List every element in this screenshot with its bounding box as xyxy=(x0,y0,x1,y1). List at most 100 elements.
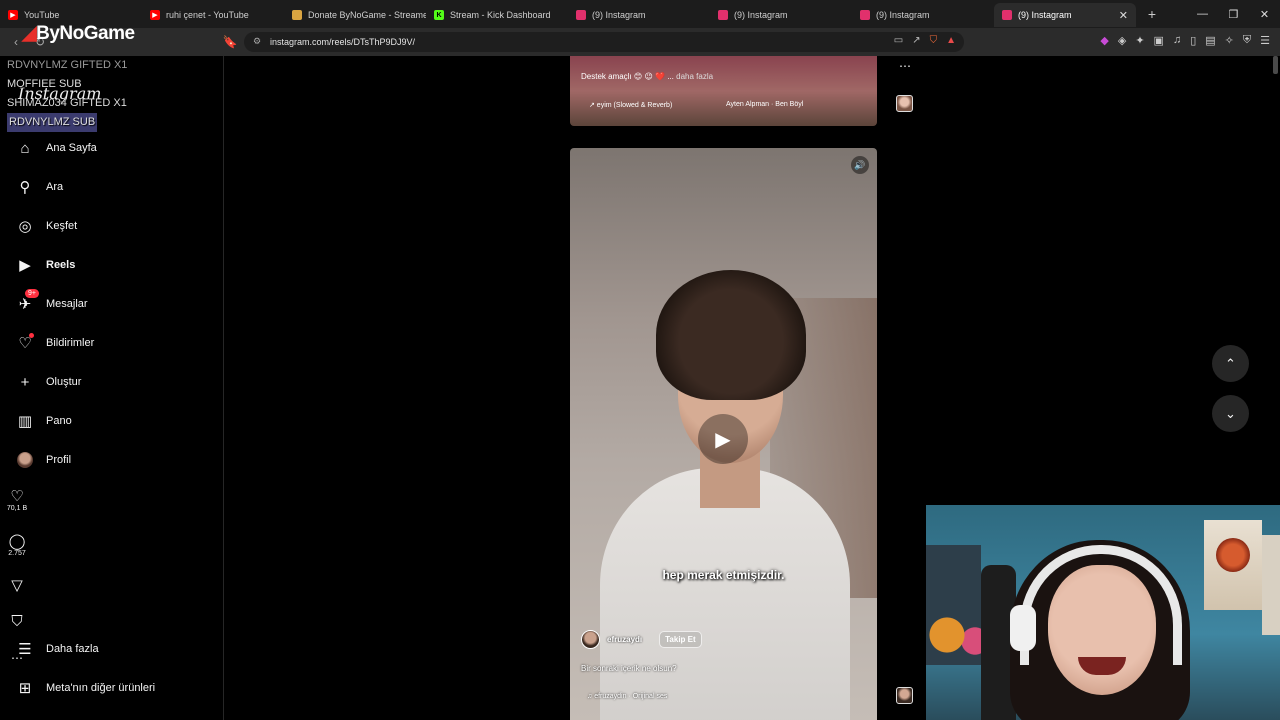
like-count: 70,1 B xyxy=(6,505,28,512)
meta-apps-icon: ⊞ xyxy=(18,680,32,697)
wallet-icon[interactable]: ▤ xyxy=(1205,34,1215,47)
brave-shield-icon[interactable]: ⛉ xyxy=(930,35,938,46)
reel-caption: Bir sonraki içerik ne olsun? xyxy=(581,664,677,673)
more-link[interactable]: daha fazla xyxy=(676,72,713,81)
author-avatar[interactable] xyxy=(581,630,600,649)
sidebar-item-create[interactable]: + Oluştur xyxy=(16,373,82,391)
stream-alerts: RDVNYLMZ GIFTED X1 MOFFIEE SUB SHIMAZ034… xyxy=(7,56,127,132)
audio-thumb[interactable] xyxy=(896,687,913,704)
vpn-icon[interactable]: ⛨ xyxy=(1243,34,1251,47)
previous-reel-music[interactable]: ↗ eyim (Slowed & Reverb) xyxy=(589,101,672,109)
previous-reel-button[interactable]: ⌃ xyxy=(1212,345,1249,382)
new-tab-button[interactable]: + xyxy=(1140,6,1164,22)
notification-badge: 9+ xyxy=(25,289,39,298)
avatar xyxy=(16,451,34,469)
previous-more-options[interactable]: ⋯ xyxy=(888,58,922,74)
previous-reel-artist[interactable]: Ayten Alpman · Ben Böyl xyxy=(726,101,803,108)
brave-rewards-icon[interactable]: ▲ xyxy=(946,35,956,46)
sidebar-item-home[interactable]: ⌂ Ana Sayfa xyxy=(16,139,96,157)
restore-icon[interactable]: ❐ xyxy=(1218,8,1249,21)
comment-icon: ◯ xyxy=(8,533,26,550)
youtube-icon: ▶ xyxy=(8,10,18,20)
sidebar-item-dashboard[interactable]: ▥ Pano xyxy=(16,412,72,430)
volume-icon[interactable]: 🔊 xyxy=(851,156,869,174)
previous-reel[interactable]: Destek amaçlı 😊 😉 ❤️ ... daha fazla ↗ ey… xyxy=(570,56,877,126)
close-tab-icon[interactable]: ✕ xyxy=(1119,9,1128,22)
extensions-bar: ◆ ◈ ✦ ▣ ♫ ▯ ▤ ✧ ⛨ ☰ xyxy=(1100,34,1270,47)
share-button[interactable]: ▽ xyxy=(0,578,34,594)
reel-author: efruzaydı Takip Et xyxy=(581,630,702,649)
search-icon: ⚲ xyxy=(19,179,31,196)
extension-icon[interactable]: ◈ xyxy=(1118,34,1126,47)
share-icon[interactable]: ↗ xyxy=(912,35,920,46)
sidebar-toggle-icon[interactable]: ▯ xyxy=(1190,34,1196,47)
sidebar-item-reels[interactable]: ▶ Reels xyxy=(16,256,75,274)
follow-button[interactable]: Takip Et xyxy=(659,631,702,648)
browser-tab[interactable]: (9) Instagram xyxy=(710,3,852,27)
home-icon: ⌂ xyxy=(20,139,30,157)
heart-icon: ♡ xyxy=(16,333,34,352)
reel-audio[interactable]: ♫ efruzaydin · Orijinal ses xyxy=(587,693,667,700)
scrollbar[interactable] xyxy=(1273,56,1278,74)
reels-icon: ▶ xyxy=(19,257,31,274)
sidebar-item-messages[interactable]: ✈ 9+ Mesajlar xyxy=(16,289,88,313)
plus-icon: + xyxy=(20,373,30,391)
instagram-icon xyxy=(1002,10,1012,20)
like-button[interactable]: ♡ 70,1 B xyxy=(0,488,34,513)
chart-icon: ▥ xyxy=(17,413,33,430)
browser-tab-active[interactable]: (9) Instagram ✕ xyxy=(994,3,1136,27)
bookmark-icon[interactable]: 🔖 xyxy=(218,35,242,49)
sidebar-item-meta[interactable]: ⊞ Meta'nın diğer ürünleri xyxy=(16,679,155,697)
webcam-overlay xyxy=(926,505,1280,720)
browser-tab[interactable]: K Stream - Kick Dashboard xyxy=(426,3,568,27)
screenshot-icon[interactable]: ▣ xyxy=(1154,34,1164,47)
browser-tab[interactable]: Donate ByNoGame - Streamer xyxy=(284,3,426,27)
alert-line: MOFFIEE SUB xyxy=(7,78,82,90)
send-icon: ▽ xyxy=(11,577,23,594)
cast-icon[interactable]: ▭ xyxy=(894,35,903,46)
site-info-icon[interactable]: ⚙ xyxy=(253,36,261,47)
more-icon: ⋯ xyxy=(11,651,23,665)
comment-button[interactable]: ◯ 2.757 xyxy=(0,533,34,558)
comment-count: 2.757 xyxy=(8,550,26,557)
play-icon[interactable]: ▶ xyxy=(698,414,748,464)
chevron-down-icon: ⌄ xyxy=(1225,405,1236,421)
media-icon[interactable]: ♫ xyxy=(1173,34,1181,47)
instagram-icon xyxy=(718,10,728,20)
bynogame-logo: ◢ByNoGame xyxy=(22,23,135,44)
close-window-icon[interactable]: ✕ xyxy=(1249,8,1280,21)
next-reel-button[interactable]: ⌄ xyxy=(1212,395,1249,432)
alert-line: RDVNYLMZ GIFTED X1 xyxy=(7,59,128,71)
save-button[interactable]: ⛉ xyxy=(0,614,34,630)
menu-icon[interactable]: ☰ xyxy=(1260,34,1270,47)
video-subtitle: hep merak etmişizdir. xyxy=(662,568,785,582)
extension-icon[interactable]: ◆ xyxy=(1100,34,1108,47)
youtube-icon: ▶ xyxy=(150,10,160,20)
previous-reel-caption: Destek amaçlı 😊 😉 ❤️ ... daha fazla xyxy=(581,72,714,81)
alert-line: RDVNYLMZ SUB xyxy=(7,113,98,132)
reel-video[interactable]: 🔊 ▶ hep merak etmişizdir. efruzaydı Taki… xyxy=(570,148,877,720)
sidebar-item-profile[interactable]: Profil xyxy=(16,451,71,469)
heart-icon: ♡ xyxy=(10,488,24,505)
bynogame-icon xyxy=(292,10,302,20)
more-options-button[interactable]: ⋯ xyxy=(0,650,34,666)
browser-tab[interactable]: ▶ ruhi çenet - YouTube xyxy=(142,3,284,27)
alert-line: SHIMAZ034 GIFTED X1 xyxy=(7,97,127,109)
address-bar: ‹ ↻ 🔖 ⚙ instagram.com/reels/DTsThP9DJ9V/… xyxy=(0,28,1280,56)
url-field[interactable]: ⚙ instagram.com/reels/DTsThP9DJ9V/ ▭ ↗ ⛉… xyxy=(244,32,964,52)
minimize-icon[interactable]: — xyxy=(1187,8,1218,20)
previous-audio-thumb[interactable] xyxy=(896,95,913,112)
sidebar-item-search[interactable]: ⚲ Ara xyxy=(16,178,64,196)
more-icon: ⋯ xyxy=(899,59,911,73)
leo-ai-icon[interactable]: ✧ xyxy=(1225,34,1234,47)
author-name[interactable]: efruzaydı xyxy=(607,635,642,644)
browser-tab[interactable]: (9) Instagram xyxy=(852,3,994,27)
sidebar-item-explore[interactable]: ◎ Keşfet xyxy=(16,217,77,235)
chevron-up-icon: ⌃ xyxy=(1225,355,1236,371)
puzzle-icon[interactable]: ✦ xyxy=(1135,34,1144,47)
instagram-icon xyxy=(860,10,870,20)
kick-icon: K xyxy=(434,10,444,20)
browser-tab[interactable]: (9) Instagram xyxy=(568,3,710,27)
compass-icon: ◎ xyxy=(18,218,32,235)
sidebar-item-notifications[interactable]: ♡ Bildirimler xyxy=(16,333,94,352)
